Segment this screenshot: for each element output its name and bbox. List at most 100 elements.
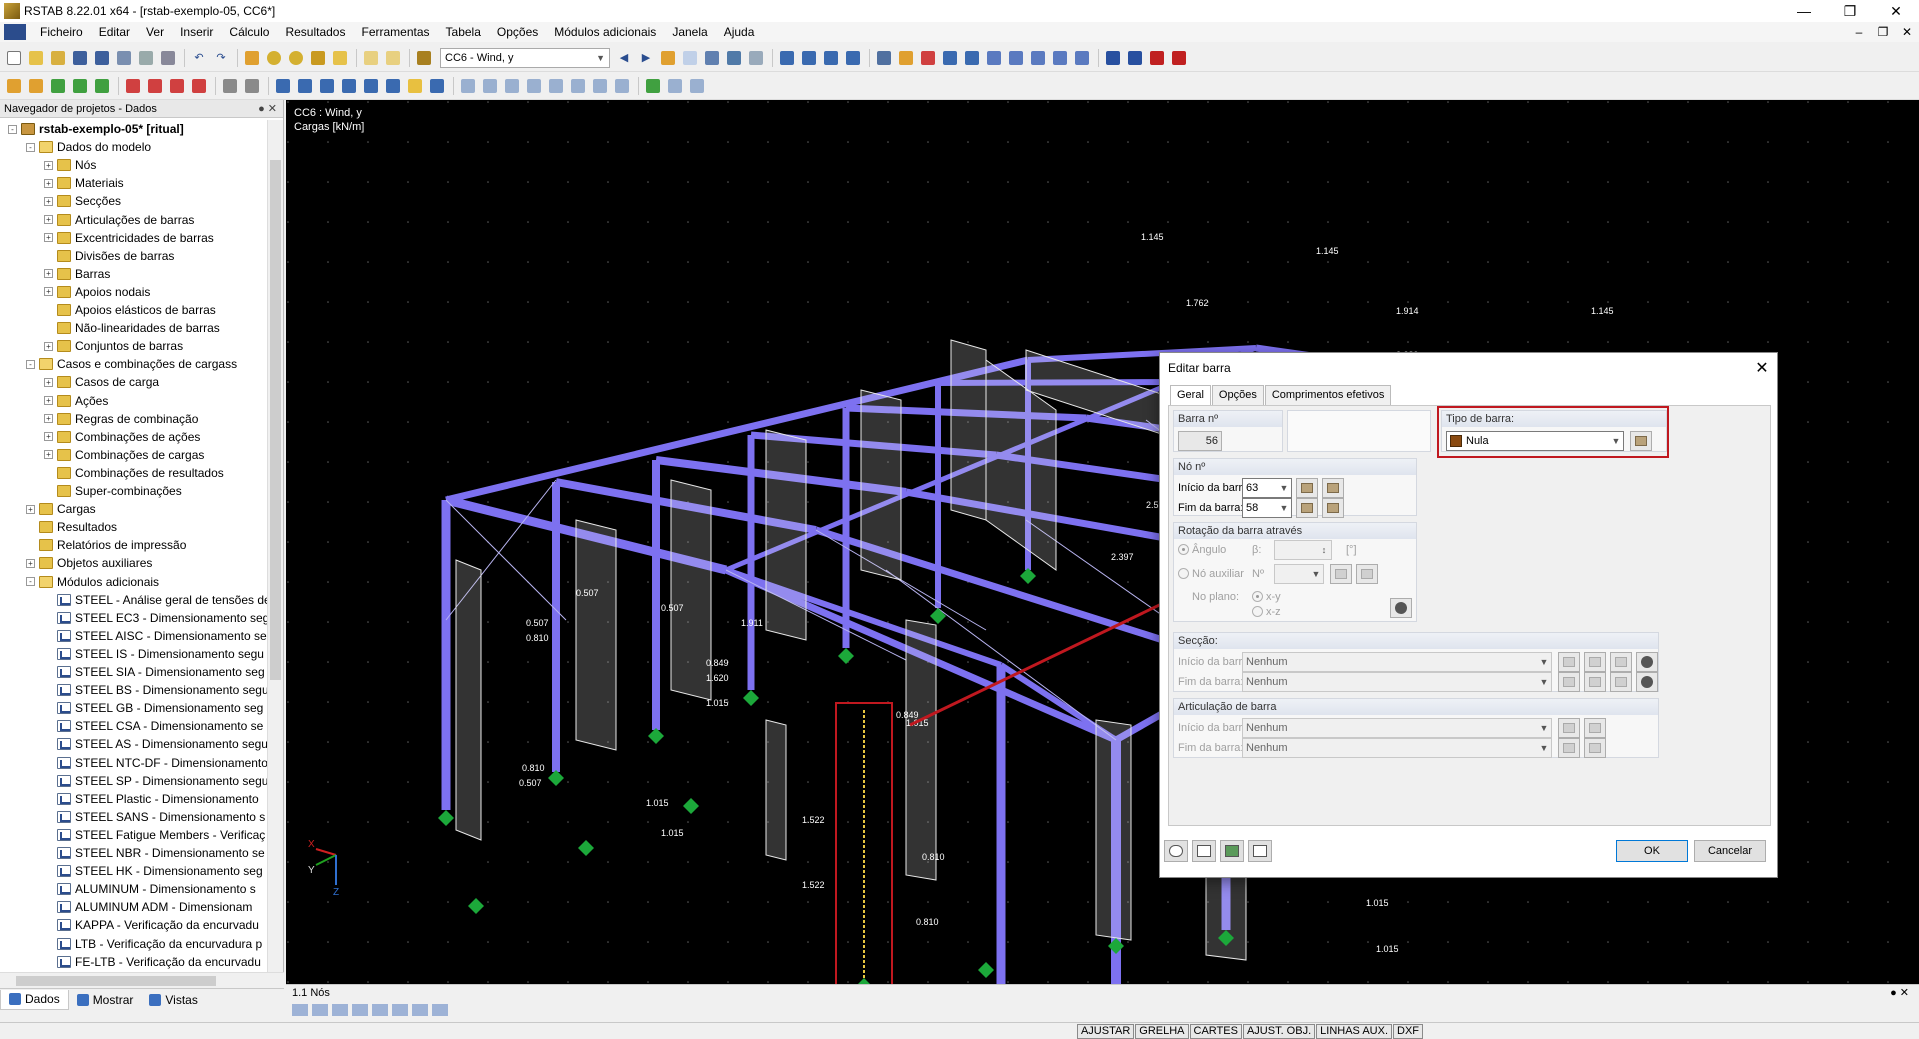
expand-icon[interactable]: + [44,215,53,224]
expand-icon[interactable]: + [44,396,53,405]
table-tool-icon[interactable] [352,1004,368,1016]
tree-item[interactable]: Combinações de resultados [44,464,224,482]
tree-item[interactable]: + Apoios nodais [44,283,150,301]
hinge-tool-icon[interactable] [48,76,68,96]
result-pz-icon[interactable] [612,76,632,96]
support-reactions-icon[interactable] [643,76,663,96]
show-loads-icon[interactable] [658,48,678,68]
tree-item[interactable]: STEEL HK - Dimensionamento seg [44,862,263,880]
search-icon[interactable] [264,48,284,68]
tree-item[interactable]: + Conjuntos de barras [44,337,183,355]
table-tool-icon[interactable] [292,1004,308,1016]
menu-tools[interactable]: Ferramentas [353,22,437,42]
pick-aux-node-button[interactable] [1330,564,1352,584]
tree-item[interactable]: Divisões de barras [44,247,174,265]
maximize-button[interactable]: ❐ [1827,0,1873,22]
save-as-icon[interactable] [114,48,134,68]
plane-xy-radio[interactable] [1252,591,1263,602]
support-tool-icon[interactable] [70,76,90,96]
dimension-icon[interactable] [1072,48,1092,68]
units-icon[interactable] [1220,840,1244,862]
tree-item[interactable]: LTB - Verificação da encurvadura p [44,935,262,953]
expand-icon[interactable]: + [44,160,53,170]
values-icon[interactable] [361,76,381,96]
result-mt-icon[interactable] [524,76,544,96]
tree-item[interactable]: - Dados do modelo [26,138,151,156]
tree-item[interactable]: STEEL NTC-DF - Dimensionamento [44,754,268,772]
navigator-horizontal-scrollbar[interactable] [0,972,284,988]
move-icon[interactable] [918,48,938,68]
previous-icon[interactable]: ◀ [614,48,634,68]
hinge-start-new-button[interactable] [1558,718,1580,738]
mdi-restore-button[interactable]: ❐ [1871,25,1895,39]
tab-display[interactable]: Mostrar [69,990,142,1010]
tree-item[interactable]: STEEL NBR - Dimensionamento se [44,844,265,862]
tree-item[interactable]: STEEL Fatigue Members - Verificaç [44,826,265,844]
tree-item[interactable]: + Ações [44,392,108,410]
expand-icon[interactable]: + [44,287,53,297]
dialog-close-icon[interactable]: ✕ [1747,358,1777,378]
start-node-select[interactable]: 63 ▼ [1242,478,1292,498]
expand-icon[interactable]: + [44,432,53,442]
section-start-info-button[interactable] [1636,652,1658,672]
color-scale-icon[interactable] [405,76,425,96]
window-icon[interactable] [330,48,350,68]
table-tool-icon[interactable] [432,1004,448,1016]
view-y-icon[interactable] [821,48,841,68]
section-start-edit-button[interactable] [1610,652,1632,672]
load-icon[interactable] [414,48,434,68]
open-model-icon[interactable] [70,48,90,68]
new-start-node-button[interactable] [1322,478,1344,498]
hinge-start-edit-button[interactable] [1584,718,1606,738]
tree-item[interactable]: + Secções [44,192,121,210]
expand-icon[interactable]: + [44,233,53,243]
result-my-icon[interactable] [546,76,566,96]
navigator-vertical-scrollbar[interactable] [267,120,283,980]
node-tool-icon[interactable] [4,76,24,96]
rotation-aux-node-radio[interactable] [1178,568,1189,579]
menu-table[interactable]: Tabela [438,22,489,42]
tree-item[interactable]: - rstab-exemplo-05* [ritual] [8,120,184,138]
tree-item[interactable]: + Combinações de ações [44,428,200,446]
rotation-angle-radio[interactable] [1178,544,1189,555]
expand-icon[interactable]: + [44,178,53,188]
view-z-icon[interactable] [843,48,863,68]
tree-item[interactable]: STEEL SIA - Dimensionamento seg [44,663,265,681]
tree-item[interactable]: FE-LTB - Verificação da encurvadu [44,953,261,971]
system-menu-icon[interactable] [4,24,26,40]
section-end-select[interactable]: Nenhum ▼ [1242,672,1552,692]
tree-item[interactable]: STEEL GB - Dimensionamento seg [44,699,263,717]
close-button[interactable]: ✕ [1873,0,1919,22]
tree-item[interactable]: STEEL IS - Dimensionamento segu [44,645,264,663]
tree-item[interactable]: - Módulos adicionais [26,573,159,591]
tree-item[interactable]: Não-linearidades de barras [44,319,220,337]
tree-item[interactable]: STEEL Plastic - Dimensionamento [44,790,259,808]
open-project-icon[interactable] [48,48,68,68]
tab-effective-lengths[interactable]: Comprimentos efetivos [1264,385,1392,405]
tree-item[interactable]: Relatórios de impressão [26,536,186,554]
grid-icon[interactable] [874,48,894,68]
expand-icon[interactable]: + [44,414,53,424]
print-graphic-icon[interactable] [158,48,178,68]
section-end-edit-button[interactable] [1610,672,1632,692]
menu-addons[interactable]: Módulos adicionais [546,22,664,42]
hinges-icon[interactable] [1050,48,1070,68]
redo-icon[interactable]: ↷ [211,48,231,68]
select-mode-icon[interactable] [383,76,403,96]
undo-icon[interactable]: ↶ [189,48,209,68]
tree-item[interactable]: STEEL - Análise geral de tensões de [44,591,268,609]
section-view-icon[interactable] [339,76,359,96]
deform-icon[interactable] [295,76,315,96]
table-tool-icon[interactable] [332,1004,348,1016]
pin-icon[interactable]: ● ✕ [1890,985,1919,1001]
visibility-icon[interactable] [427,76,447,96]
edit-comment-icon[interactable] [1192,840,1216,862]
pin-icon[interactable]: ● ✕ [258,100,283,117]
render-icon[interactable] [702,48,722,68]
hinge-end-select[interactable]: Nenhum ▼ [1242,738,1552,758]
nodes-icon[interactable] [984,48,1004,68]
tree-item[interactable]: STEEL CSA - Dimensionamento se [44,717,263,735]
tree-item[interactable]: + Materiais [44,174,124,192]
tree-item[interactable]: + Excentricidades de barras [44,229,214,247]
filter-icon[interactable] [746,48,766,68]
